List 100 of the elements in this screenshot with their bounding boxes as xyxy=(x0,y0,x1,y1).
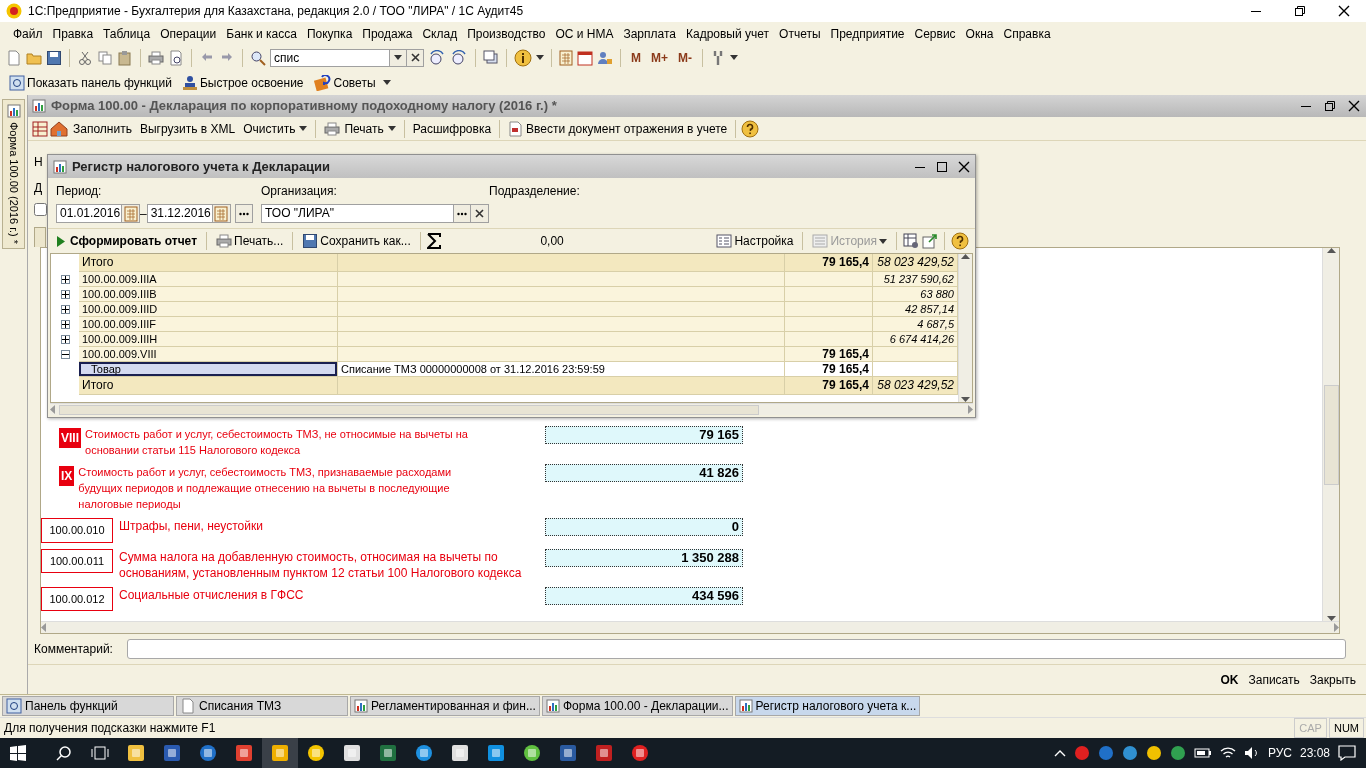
function-panel-icon[interactable] xyxy=(6,698,22,714)
menu-item[interactable]: Операции xyxy=(155,22,222,45)
memory-button[interactable]: M xyxy=(628,48,644,67)
toolbar-button[interactable]: Быстрое освоение xyxy=(178,73,307,92)
tree-cell[interactable]: 100.00.009.IIID xyxy=(79,302,338,317)
dialog-button[interactable]: Записать xyxy=(1244,669,1304,690)
date-field[interactable]: 31.12.2016 xyxy=(146,204,213,224)
volume-icon[interactable] xyxy=(1243,746,1260,760)
windows-icon[interactable] xyxy=(483,49,499,66)
caret-icon[interactable] xyxy=(387,126,396,131)
battery-icon[interactable] xyxy=(1193,747,1212,759)
value-field[interactable]: 1 350 288 xyxy=(545,548,743,567)
app-icon[interactable] xyxy=(379,744,397,762)
toolbar-button[interactable]: Советы xyxy=(310,73,379,92)
scroll-thumb[interactable] xyxy=(59,404,759,415)
memory-button[interactable]: M+ xyxy=(648,48,671,67)
app-icon[interactable] xyxy=(631,744,649,762)
close-icon[interactable] xyxy=(1338,5,1350,17)
save-as-button[interactable]: Сохранить как... xyxy=(299,232,414,250)
dialog-button[interactable]: Закрыть xyxy=(1305,669,1360,690)
toolbar-button[interactable]: Показать панель функций xyxy=(6,73,175,92)
menu-item[interactable]: Предприятие xyxy=(825,22,910,45)
menu-item[interactable]: ОС и НМА xyxy=(550,22,619,45)
tree-cell[interactable]: 100.00.009.IIIA xyxy=(79,272,338,287)
clock[interactable]: 23:08 xyxy=(1299,744,1330,762)
tree-cell[interactable]: 100.00.009.IIIH xyxy=(79,332,338,347)
app-icon[interactable] xyxy=(595,744,613,762)
notification-icon[interactable] xyxy=(1338,745,1356,761)
dropdown-button[interactable] xyxy=(390,48,407,67)
window-tab[interactable]: Форма 100.00 - Декларации... xyxy=(541,696,733,716)
print-button[interactable]: Печать... xyxy=(213,232,287,250)
value-field[interactable]: 0 xyxy=(545,518,743,536)
tree-cell[interactable]: Итого xyxy=(79,377,338,395)
toolbar-button[interactable]: Очистить xyxy=(240,119,311,138)
user-lock-icon[interactable] xyxy=(597,49,613,66)
printer-icon[interactable] xyxy=(324,120,341,137)
toolbar-button[interactable]: Расшифровка xyxy=(409,119,495,138)
document-icon[interactable] xyxy=(508,120,523,137)
tree-cell[interactable]: 100.00.009.IIIB xyxy=(79,287,338,302)
menu-item[interactable]: Банк и касса xyxy=(221,22,302,45)
app-icon[interactable] xyxy=(343,744,361,762)
table-settings-icon[interactable] xyxy=(903,233,919,249)
menu-item[interactable]: Таблица xyxy=(98,22,156,45)
menu-item[interactable]: Склад xyxy=(417,22,463,45)
chevron-up-icon[interactable] xyxy=(1053,749,1066,757)
expand-button[interactable] xyxy=(60,290,70,299)
dialog-button[interactable]: OK xyxy=(1216,669,1243,690)
tree-cell[interactable]: 100.00.009.IIIF xyxy=(79,317,338,332)
menu-item[interactable]: Отчеты xyxy=(774,22,826,45)
value-field[interactable]: 434 596 xyxy=(545,586,743,605)
organization-field[interactable]: ТОО "ЛИРА" xyxy=(261,204,454,224)
maximize-icon[interactable] xyxy=(936,160,948,173)
menu-item[interactable]: Покупка xyxy=(301,22,358,45)
app-icon[interactable] xyxy=(559,744,577,762)
scroll-up-icon[interactable] xyxy=(1326,248,1336,253)
printer-icon[interactable] xyxy=(216,233,232,249)
caret-icon[interactable] xyxy=(536,55,544,60)
print-preview-icon[interactable] xyxy=(168,49,184,66)
search-icon[interactable] xyxy=(56,745,72,761)
toolbar-button[interactable]: Заполнить xyxy=(70,119,135,138)
export-icon[interactable] xyxy=(922,233,938,249)
generate-report-button[interactable]: Сформировать отчет xyxy=(54,232,200,250)
side-tab[interactable]: Форма 100.00 (2016 г.) * xyxy=(2,99,25,249)
close-icon[interactable] xyxy=(958,160,970,173)
help-icon[interactable] xyxy=(951,232,969,250)
save-icon[interactable] xyxy=(302,233,319,249)
menu-item[interactable]: Кадровый учет xyxy=(681,22,775,45)
scroll-thumb[interactable] xyxy=(1323,384,1339,485)
clear-icon[interactable] xyxy=(410,53,420,62)
scissors-icon[interactable] xyxy=(77,49,93,66)
window-tab[interactable]: Регламентированная и фин... xyxy=(350,696,540,716)
expand-button[interactable] xyxy=(60,305,70,314)
tree-cell[interactable]: 100.00.009.VIII xyxy=(79,347,338,362)
house-icon[interactable] xyxy=(50,120,68,137)
menu-item[interactable]: Файл xyxy=(8,22,48,45)
menu-item[interactable]: Сервис xyxy=(909,22,961,45)
expand-button[interactable] xyxy=(60,275,70,284)
info-icon[interactable] xyxy=(514,48,532,67)
app-icon[interactable] xyxy=(451,744,469,762)
window-tab[interactable]: Регистр налогового учета к... xyxy=(734,696,921,716)
collapse-button[interactable] xyxy=(60,350,70,359)
help-icon[interactable] xyxy=(741,119,760,138)
app-icon[interactable] xyxy=(235,744,253,762)
search-field[interactable]: спис xyxy=(270,48,390,67)
task-view-icon[interactable] xyxy=(91,746,109,760)
checkbox[interactable] xyxy=(34,203,47,216)
table-edit-icon[interactable] xyxy=(32,120,48,137)
memory-button[interactable]: M- xyxy=(675,48,695,67)
window-tab[interactable]: Списания ТМЗ xyxy=(176,696,348,716)
app-icon[interactable] xyxy=(487,744,505,762)
menu-item[interactable]: Продажа xyxy=(357,22,418,45)
toolbar-button[interactable]: Печать xyxy=(321,119,399,138)
wifi-icon[interactable] xyxy=(1219,746,1236,760)
menu-item[interactable]: Зарплата xyxy=(618,22,681,45)
start-icon[interactable] xyxy=(10,745,26,761)
toolbar-button[interactable]: Выгрузить в XML xyxy=(136,119,239,138)
period-button[interactable] xyxy=(234,204,253,224)
clear-button[interactable] xyxy=(407,48,424,67)
menu-item[interactable]: Правка xyxy=(47,22,99,45)
question-book-icon[interactable] xyxy=(313,74,332,91)
